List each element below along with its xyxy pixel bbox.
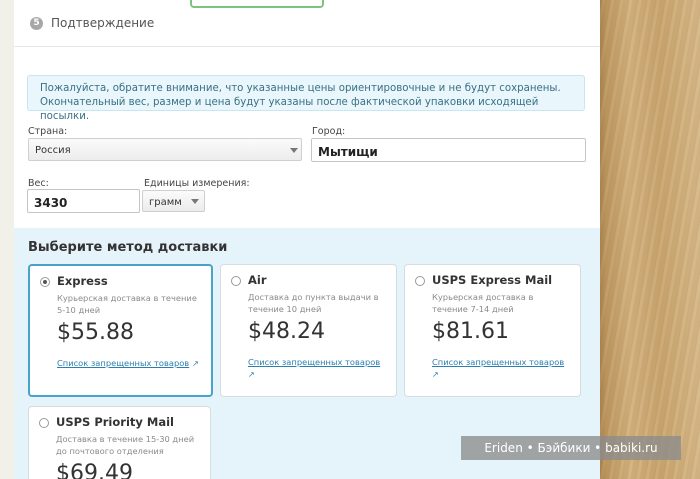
radio-usps-express[interactable] xyxy=(415,276,425,286)
method-description: Доставка в течение 15-30 дней до почтово… xyxy=(56,433,206,457)
method-description-line: течение 7-14 дней xyxy=(432,304,514,314)
method-description-line: Курьерская доставка в течение xyxy=(57,293,197,303)
checkout-page: 5 Подтверждение Пожалуйста, обратите вни… xyxy=(14,0,600,479)
method-description-line: 5-10 дней xyxy=(57,305,101,315)
radio-usps-priority[interactable] xyxy=(39,418,49,428)
weight-field[interactable]: 3430 xyxy=(27,189,140,213)
link-text[interactable]: Список запрещенных товаров xyxy=(57,358,189,368)
method-description: Курьерская доставка в течение 7-14 дней xyxy=(432,291,582,315)
method-price: $55.88 xyxy=(57,320,134,345)
link-text[interactable]: Список запрещенных товаров xyxy=(248,357,380,367)
previous-step-button-edge[interactable] xyxy=(190,0,324,8)
units-value: грамм xyxy=(149,197,182,208)
external-link-icon: ↗ xyxy=(432,370,439,379)
method-name: Express xyxy=(57,274,108,288)
country-select[interactable]: Россия xyxy=(28,138,302,161)
step-number-badge: 5 xyxy=(30,16,43,30)
method-description-line: Доставка в течение 15-30 дней xyxy=(56,434,195,444)
delivery-option-air[interactable]: Air Доставка до пункта выдачи в течение … xyxy=(220,264,397,397)
method-description-line: до почтового отделения xyxy=(56,446,164,456)
city-field[interactable]: Мытищи xyxy=(311,138,586,162)
external-link-icon: ↗ xyxy=(192,359,199,368)
delivery-option-express[interactable]: Express Курьерская доставка в течение 5-… xyxy=(28,264,213,397)
step-header: 5 Подтверждение xyxy=(30,16,154,30)
city-label: Город: xyxy=(312,126,346,137)
method-description: Доставка до пункта выдачи в течение 10 д… xyxy=(248,291,398,315)
step-title: Подтверждение xyxy=(51,16,155,30)
method-description-line: Доставка до пункта выдачи в xyxy=(248,292,379,302)
delivery-option-usps-express[interactable]: USPS Express Mail Курьерская доставка в … xyxy=(404,264,581,397)
watermark: Eriden • Бэйбики • babiki.ru xyxy=(461,436,681,460)
price-notice: Пожалуйста, обратите внимание, что указа… xyxy=(27,75,585,122)
method-description: Курьерская доставка в течение 5-10 дней xyxy=(57,292,207,316)
method-price: $81.61 xyxy=(432,319,509,344)
weight-label: Вес: xyxy=(28,178,49,189)
notice-line-2: Окончательный вес, размер и цена будут у… xyxy=(40,97,539,122)
prohibited-items-link[interactable]: Список запрещенных товаров ↗ xyxy=(248,356,388,381)
prohibited-items-link[interactable]: Список запрещенных товаров ↗ xyxy=(432,356,572,381)
method-name: USPS Express Mail xyxy=(432,273,553,287)
chevron-down-icon xyxy=(290,148,298,153)
units-label: Единицы измерения: xyxy=(144,178,250,189)
delivery-option-usps-priority[interactable]: USPS Priority Mail Доставка в течение 15… xyxy=(28,406,211,479)
method-price: $48.24 xyxy=(248,319,325,344)
radio-express[interactable] xyxy=(40,277,50,287)
delivery-method-title: Выберите метод доставки xyxy=(28,240,228,255)
wood-background xyxy=(600,0,700,479)
country-label: Страна: xyxy=(28,126,68,137)
units-select[interactable]: грамм xyxy=(142,190,205,212)
method-description-line: Курьерская доставка в xyxy=(432,292,534,302)
prohibited-items-link[interactable]: Список запрещенных товаров ↗ xyxy=(57,357,217,370)
external-link-icon: ↗ xyxy=(248,370,255,379)
country-value: Россия xyxy=(35,145,71,156)
method-name: Air xyxy=(248,273,267,287)
method-name: USPS Priority Mail xyxy=(56,415,174,429)
divider xyxy=(14,46,600,47)
link-text[interactable]: Список запрещенных товаров xyxy=(432,357,564,367)
method-price: $69.49 xyxy=(56,461,133,479)
left-edge-strip xyxy=(0,0,15,479)
method-description-line: течение 10 дней xyxy=(248,304,322,314)
radio-air[interactable] xyxy=(231,276,241,286)
chevron-down-icon xyxy=(191,199,199,204)
notice-line-1: Пожалуйста, обратите внимание, что указа… xyxy=(40,83,561,94)
